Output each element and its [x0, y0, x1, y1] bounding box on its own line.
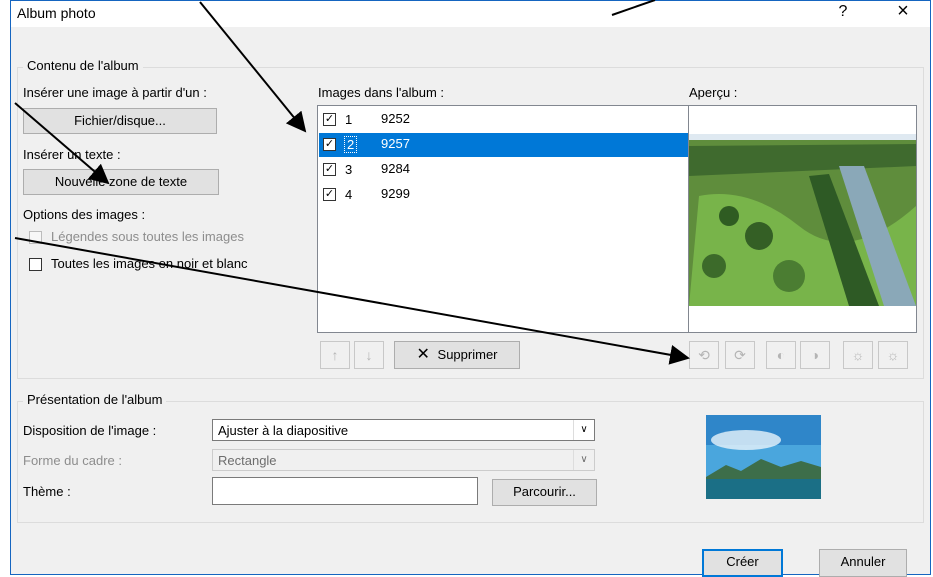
- item-name: 9252: [381, 111, 410, 126]
- item-name: 9284: [381, 161, 410, 176]
- brightness-up-icon: ☼: [851, 347, 865, 363]
- image-layout-label: Disposition de l'image :: [23, 423, 157, 438]
- insert-image-label: Insérer une image à partir d'un :: [23, 85, 207, 100]
- new-textbox-button-label: Nouvelle zone de texte: [54, 174, 188, 189]
- content-group-legend: Contenu de l'album: [23, 58, 143, 73]
- captions-option-label: Légendes sous toutes les images: [51, 229, 244, 244]
- item-checkbox[interactable]: ✓: [323, 188, 336, 201]
- image-layout-value: Ajuster à la diapositive: [218, 423, 349, 438]
- frame-shape-dropdown[interactable]: Rectangle ∨: [212, 449, 595, 471]
- black-white-option-label: Toutes les images en noir et blanc: [51, 256, 248, 271]
- rotate-left-icon: ⟲: [698, 347, 710, 363]
- item-checkbox[interactable]: ✓: [323, 163, 336, 176]
- help-button[interactable]: ?: [831, 3, 855, 21]
- arrow-down-icon: ↓: [365, 347, 373, 363]
- move-down-button[interactable]: ↓: [354, 341, 384, 369]
- contrast-down-icon: ◑: [810, 347, 820, 363]
- contrast-up-icon: ◐: [776, 347, 786, 363]
- image-layout-dropdown[interactable]: Ajuster à la diapositive ∨: [212, 419, 595, 441]
- preview-label: Aperçu :: [689, 85, 738, 100]
- item-checkbox[interactable]: ✓: [323, 113, 336, 126]
- layout-thumbnail: [706, 415, 821, 499]
- image-options-label: Options des images :: [23, 207, 146, 222]
- album-images-label: Images dans l'album :: [318, 85, 445, 100]
- browse-button-label: Parcourir...: [513, 484, 576, 499]
- delete-button-label: Supprimer: [437, 347, 498, 362]
- title-bar: Album photo ? ×: [11, 0, 930, 27]
- file-disk-button-label: Fichier/disque...: [74, 113, 166, 128]
- item-index: 4: [345, 187, 353, 202]
- item-index: 1: [345, 112, 353, 127]
- insert-text-label: Insérer un texte :: [23, 147, 121, 162]
- album-images-list[interactable]: ✓ 1 9252 ✓ 2 9257 ✓ 3 9284 ✓ 4 9299: [317, 105, 706, 333]
- cancel-button[interactable]: Annuler: [819, 549, 907, 577]
- captions-checkbox[interactable]: [29, 231, 42, 244]
- photo-album-dialog: Album photo ? × Contenu de l'album Insér…: [10, 0, 931, 577]
- brightness-down-icon: ☼: [886, 347, 900, 363]
- chevron-down-icon: ∨: [573, 450, 594, 470]
- arrow-up-icon: ↑: [331, 347, 339, 363]
- delete-button[interactable]: ✕ Supprimer: [394, 341, 520, 369]
- browse-button[interactable]: Parcourir...: [492, 479, 597, 506]
- list-item[interactable]: ✓ 2 9257: [319, 133, 704, 157]
- decrease-contrast-button[interactable]: ◑: [800, 341, 830, 369]
- theme-input[interactable]: [212, 477, 478, 505]
- chevron-down-icon: ∨: [573, 420, 594, 440]
- item-index: 3: [345, 162, 353, 177]
- decrease-brightness-button[interactable]: ☼: [878, 341, 908, 369]
- delete-x-icon: ✕: [416, 346, 430, 363]
- preview-pane: [688, 105, 917, 333]
- create-button-label: Créer: [726, 554, 759, 569]
- rotate-left-button[interactable]: ⟲: [689, 341, 719, 369]
- item-checkbox[interactable]: ✓: [323, 138, 336, 151]
- rotate-right-icon: ⟳: [734, 347, 746, 363]
- list-item[interactable]: ✓ 1 9252: [319, 108, 704, 132]
- layout-group-legend: Présentation de l'album: [23, 392, 167, 407]
- create-button[interactable]: Créer: [702, 549, 783, 577]
- increase-contrast-button[interactable]: ◐: [766, 341, 796, 369]
- list-item[interactable]: ✓ 3 9284: [319, 158, 704, 182]
- frame-shape-value: Rectangle: [218, 453, 277, 468]
- cancel-button-label: Annuler: [840, 554, 886, 569]
- theme-label: Thème :: [23, 484, 71, 499]
- dialog-title: Album photo: [17, 5, 96, 21]
- item-name: 9257: [381, 136, 410, 151]
- preview-photo: [689, 106, 916, 332]
- item-index: 2: [343, 136, 358, 153]
- file-disk-button[interactable]: Fichier/disque...: [23, 108, 217, 134]
- close-button[interactable]: ×: [891, 0, 915, 23]
- increase-brightness-button[interactable]: ☼: [843, 341, 873, 369]
- new-textbox-button[interactable]: Nouvelle zone de texte: [23, 169, 219, 195]
- move-up-button[interactable]: ↑: [320, 341, 350, 369]
- black-white-checkbox[interactable]: [29, 258, 42, 271]
- rotate-right-button[interactable]: ⟳: [725, 341, 755, 369]
- item-name: 9299: [381, 186, 410, 201]
- frame-shape-label: Forme du cadre :: [23, 453, 122, 468]
- list-item[interactable]: ✓ 4 9299: [319, 183, 704, 207]
